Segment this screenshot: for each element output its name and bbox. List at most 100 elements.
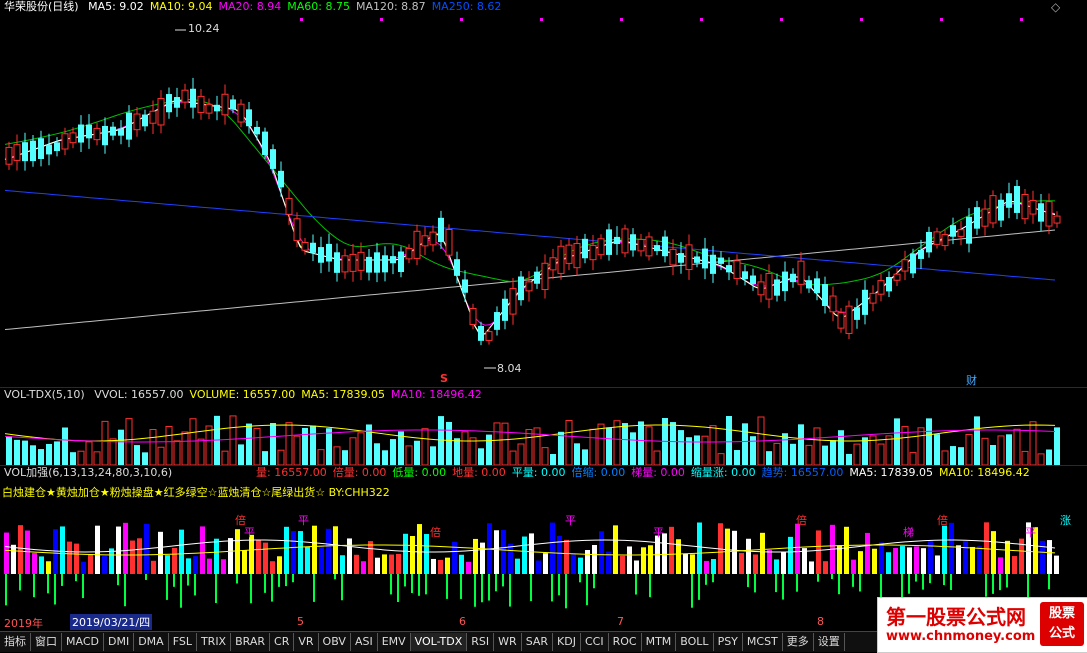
- enhanced-volume-bar: [970, 546, 975, 574]
- tab-5[interactable]: FSL: [169, 633, 197, 651]
- enhanced-volume-bar: [690, 554, 695, 574]
- enhanced-volume-bar: [613, 525, 618, 574]
- tab-20[interactable]: MTM: [642, 633, 677, 651]
- volume-bar-up: [85, 441, 93, 465]
- volume-bar-up: [493, 422, 501, 465]
- enhanced-volume-bar: [858, 551, 863, 574]
- enhanced-volume-bar: [354, 554, 359, 574]
- candle-down: [966, 216, 972, 244]
- candle-down: [726, 265, 732, 273]
- volume-signal-mark: 涨: [1060, 514, 1071, 527]
- candle-up: [205, 103, 213, 114]
- tab-8[interactable]: CR: [270, 633, 295, 651]
- enhanced-volume-bar: [200, 526, 205, 574]
- enhanced-volume-bar: [438, 559, 443, 574]
- tab-4[interactable]: DMA: [134, 633, 169, 651]
- tab-24[interactable]: 更多: [783, 633, 814, 651]
- tab-25[interactable]: 设置: [814, 633, 845, 651]
- candle-up: [645, 236, 653, 257]
- candle-up: [573, 243, 581, 269]
- cursor-date: 2019/03/21/四: [70, 614, 153, 630]
- tab-14[interactable]: RSI: [467, 633, 495, 651]
- enhanced-volume-bar: [242, 550, 247, 574]
- tab-1[interactable]: 窗口: [31, 633, 62, 651]
- volume-bar-down: [790, 443, 796, 465]
- volume-bar-up: [645, 426, 653, 465]
- enhanced-volume-bar: [963, 541, 968, 574]
- candle-up: [549, 257, 557, 271]
- enhanced-volume-tail: [418, 574, 420, 596]
- ma-dot: [1020, 18, 1023, 21]
- tab-15[interactable]: WR: [494, 633, 522, 651]
- tab-7[interactable]: BRAR: [231, 633, 271, 651]
- candle-down: [862, 289, 868, 315]
- volume-bar-up: [813, 427, 821, 465]
- volume-bar-up: [349, 437, 357, 465]
- candle-down: [774, 279, 780, 296]
- volume-bar-up: [421, 428, 429, 465]
- enhanced-volume-bar: [837, 545, 842, 574]
- tab-21[interactable]: BOLL: [676, 633, 714, 651]
- volume-bar-up: [181, 431, 189, 465]
- tab-6[interactable]: TRIX: [197, 633, 232, 651]
- tab-19[interactable]: ROC: [609, 633, 642, 651]
- tab-13[interactable]: VOL-TDX: [410, 633, 468, 651]
- volume-bar-up: [333, 446, 341, 465]
- candle-down: [318, 247, 324, 263]
- tab-0[interactable]: 指标: [0, 633, 31, 651]
- candle-up: [565, 244, 573, 264]
- enhanced-volume-bar: [809, 561, 814, 574]
- volume-bar-down: [622, 423, 628, 465]
- tab-11[interactable]: ASI: [351, 633, 378, 651]
- volume-bar-down: [118, 429, 124, 465]
- finance-marker-icon[interactable]: 财: [966, 372, 977, 388]
- volume-bar-up: [157, 446, 165, 465]
- volume-bar-down: [574, 443, 580, 465]
- enhanced-volume-tail: [61, 574, 63, 586]
- enhanced-volume-bar: [949, 522, 954, 574]
- volume-signal-mark: 平: [1025, 526, 1036, 539]
- candle-down: [806, 280, 812, 289]
- volume-bar-up: [285, 422, 293, 465]
- enhanced-volume-tail: [950, 574, 952, 590]
- candle-down: [718, 257, 724, 264]
- candle-down: [374, 252, 380, 273]
- tab-23[interactable]: MCST: [743, 633, 783, 651]
- volume-bars[interactable]: [0, 388, 1087, 465]
- volume-bar-up: [173, 440, 181, 465]
- volume-pane[interactable]: VOL-TDX(5,10) VVOL: 16557.00 VOLUME: 1655…: [0, 388, 1087, 465]
- enhanced-volume-tail: [341, 574, 343, 601]
- tab-12[interactable]: EMV: [378, 633, 411, 651]
- tab-17[interactable]: KDJ: [553, 633, 581, 651]
- candle-down: [174, 97, 180, 108]
- tab-3[interactable]: DMI: [104, 633, 135, 651]
- tab-2[interactable]: MACD: [62, 633, 104, 651]
- candle-up: [285, 197, 293, 215]
- candle-up: [485, 331, 493, 341]
- volume-bar-down: [798, 424, 804, 465]
- tab-9[interactable]: VR: [294, 633, 319, 651]
- candle-up: [69, 132, 77, 144]
- volume-bar-down: [246, 423, 252, 465]
- tab-18[interactable]: CCI: [581, 633, 609, 651]
- tab-22[interactable]: PSY: [714, 633, 743, 651]
- tab-10[interactable]: OBV: [319, 633, 351, 651]
- candle-up: [221, 93, 229, 116]
- enhanced-volume-tail: [509, 574, 511, 607]
- candlestick-chart[interactable]: [0, 0, 1087, 386]
- enhanced-volume-bar: [263, 542, 268, 574]
- volume-enhanced-pane[interactable]: VOL加强(6,13,13,24,80,3,10,6) 量: 16557.00 倍…: [0, 466, 1087, 612]
- volume-bar-down: [630, 432, 636, 465]
- volume-bar-down: [310, 425, 316, 465]
- enhanced-volume-tail: [334, 574, 336, 580]
- volume-signal-mark: 平: [653, 526, 664, 539]
- month-label: 5: [297, 615, 304, 628]
- tab-16[interactable]: SAR: [522, 633, 554, 651]
- candle-down: [454, 259, 460, 276]
- candle-up: [621, 228, 629, 254]
- candle-down: [582, 238, 588, 259]
- price-chart-pane[interactable]: 华荣股份(日线) MA5: 9.02 MA10: 9.04 MA20: 8.94 MA…: [0, 0, 1087, 388]
- enhanced-volume-bar: [116, 526, 121, 574]
- enhanced-volume-tail: [712, 574, 714, 583]
- volume-enhanced-bars[interactable]: 倍平平倍平平倍梯倍平涨: [0, 466, 1087, 612]
